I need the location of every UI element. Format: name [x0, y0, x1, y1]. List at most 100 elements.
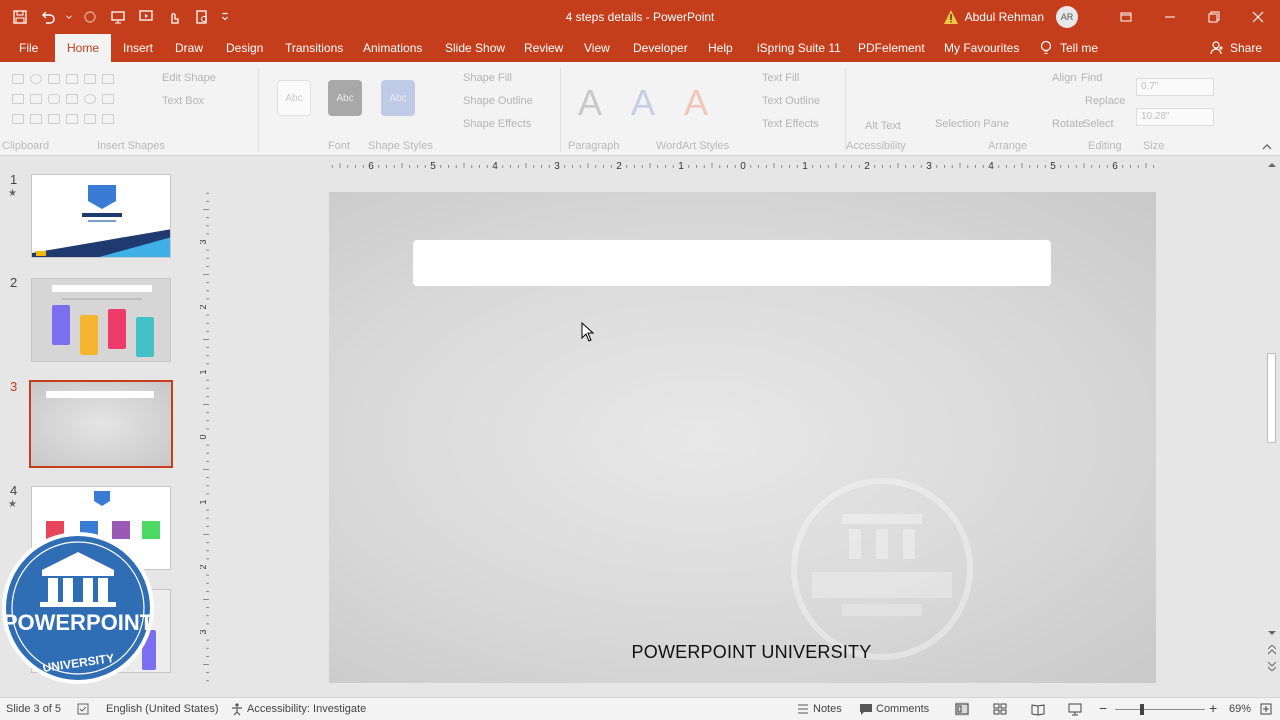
slide-thumbnail-3[interactable] — [29, 380, 173, 468]
ruler-label: 2 — [864, 161, 870, 172]
normal-view-icon[interactable] — [955, 702, 969, 716]
ribbon-display-options-icon[interactable] — [1104, 0, 1148, 34]
title-placeholder-box[interactable] — [413, 240, 1051, 286]
scroll-down-icon[interactable] — [1268, 629, 1276, 637]
edit-shape-button[interactable]: Edit Shape — [162, 72, 216, 84]
redo-icon[interactable] — [78, 5, 102, 29]
tab-help[interactable]: Help — [706, 34, 735, 62]
shape-effects-button[interactable]: Shape Effects — [463, 118, 531, 130]
tab-transitions[interactable]: Transitions — [283, 34, 345, 62]
ruler-label: 6 — [1112, 161, 1118, 172]
wordart-style-1[interactable]: A — [578, 82, 602, 124]
avatar[interactable]: AR — [1056, 6, 1078, 28]
text-fill-button[interactable]: Text Fill — [762, 72, 799, 84]
shape-style-white[interactable]: Abc — [277, 80, 311, 116]
collapse-ribbon-icon[interactable] — [1262, 142, 1272, 152]
customize-qat-icon[interactable] — [218, 5, 232, 29]
tell-me-search[interactable]: Tell me — [1040, 34, 1098, 62]
shape-style-gray[interactable]: Abc — [328, 80, 362, 116]
slide-editing-area: 6 5 4 3 2 1 0 1 2 3 4 5 6 3 2 1 0 1 2 3 POWERPOINT UNIVERS… — [193, 157, 1264, 697]
tab-design[interactable]: Design — [224, 34, 265, 62]
slide-sorter-icon[interactable] — [993, 702, 1007, 716]
rotate-button[interactable]: Rotate — [1052, 118, 1084, 130]
tab-insert[interactable]: Insert — [121, 34, 155, 62]
selection-pane-button[interactable]: Selection Pane — [935, 118, 1009, 130]
tab-developer[interactable]: Developer — [631, 34, 690, 62]
horizontal-ruler[interactable]: 6 5 4 3 2 1 0 1 2 3 4 5 6 — [329, 157, 1157, 175]
comments-button[interactable]: Comments — [876, 703, 929, 715]
minimize-icon[interactable] — [1148, 0, 1192, 34]
zoom-slider[interactable] — [1115, 709, 1205, 710]
slide-thumbnail-1[interactable] — [31, 174, 171, 258]
touch-mode-icon[interactable] — [162, 5, 186, 29]
wordart-style-2[interactable]: A — [631, 82, 655, 124]
print-preview-icon[interactable] — [190, 5, 214, 29]
text-outline-button[interactable]: Text Outline — [762, 95, 820, 107]
tab-review[interactable]: Review — [522, 34, 565, 62]
text-effects-button[interactable]: Text Effects — [762, 118, 819, 130]
replace-button[interactable]: Replace — [1085, 95, 1125, 107]
restore-icon[interactable] — [1192, 0, 1236, 34]
fit-to-window-icon[interactable] — [1259, 702, 1273, 716]
tab-home[interactable]: Home — [55, 34, 112, 62]
tab-slide-show[interactable]: Slide Show — [443, 34, 507, 62]
tab-pdfelement[interactable]: PDFelement — [856, 34, 927, 62]
alt-text-button[interactable]: Alt Text — [865, 120, 901, 132]
slide-thumbnail-2[interactable] — [31, 278, 171, 362]
tab-animations[interactable]: Animations — [361, 34, 424, 62]
previous-slide-icon[interactable] — [1268, 645, 1276, 655]
language-indicator[interactable]: English (United States) — [106, 703, 219, 715]
share-button[interactable]: Share — [1210, 34, 1262, 62]
accessibility-status[interactable]: Accessibility: Investigate — [247, 703, 366, 715]
tab-file[interactable]: File — [17, 34, 40, 62]
select-button[interactable]: Select — [1083, 118, 1114, 130]
wordart-style-3[interactable]: A — [684, 82, 708, 124]
tab-draw[interactable]: Draw — [173, 34, 205, 62]
reading-view-icon[interactable] — [1031, 702, 1045, 716]
tab-ispring-suite[interactable]: iSpring Suite 11 — [755, 34, 843, 62]
slide-show-icon[interactable] — [1068, 702, 1082, 716]
shape-gallery[interactable] — [6, 70, 124, 130]
ruler-label: 1 — [200, 369, 208, 374]
tab-view[interactable]: View — [582, 34, 612, 62]
save-icon[interactable] — [8, 5, 32, 29]
align-button[interactable]: Align — [1052, 72, 1076, 84]
undo-icon[interactable] — [36, 5, 60, 29]
shape-height-input[interactable]: 0.7" — [1136, 78, 1214, 96]
account-name[interactable]: Abdul Rehman — [965, 10, 1044, 24]
shape-outline-button[interactable]: Shape Outline — [463, 95, 533, 107]
next-slide-icon[interactable] — [1268, 661, 1276, 671]
slide-counter[interactable]: Slide 3 of 5 — [6, 703, 61, 715]
start-from-beginning-icon[interactable] — [106, 5, 130, 29]
scroll-up-icon[interactable] — [1268, 161, 1276, 169]
shape-style-blue[interactable]: Abc — [381, 80, 415, 116]
zoom-level[interactable]: 69% — [1229, 703, 1251, 715]
shape-width-input[interactable]: 10.28" — [1136, 108, 1214, 126]
ruler-label: 0 — [740, 161, 746, 172]
tab-my-favourites[interactable]: My Favourites — [942, 34, 1021, 62]
zoom-in-icon[interactable]: + — [1209, 700, 1217, 716]
animation-star-icon: ★ — [8, 188, 17, 199]
spelling-icon[interactable] — [76, 702, 90, 716]
notes-button[interactable]: Notes — [813, 703, 842, 715]
comments-icon[interactable] — [859, 702, 873, 716]
close-icon[interactable] — [1236, 0, 1280, 34]
scrollbar-thumb[interactable] — [1267, 353, 1276, 443]
warning-icon[interactable] — [943, 9, 959, 25]
slide-canvas[interactable]: POWERPOINT UNIVERSITY — [329, 192, 1156, 683]
zoom-slider-handle[interactable] — [1140, 704, 1144, 715]
zoom-out-icon[interactable]: − — [1099, 700, 1107, 716]
notes-icon[interactable] — [796, 702, 810, 716]
present-icon[interactable] — [134, 5, 158, 29]
share-label: Share — [1230, 41, 1263, 55]
logo-wordmark: POWERPOINT — [3, 610, 154, 635]
text-box-button[interactable]: Text Box — [162, 95, 204, 107]
slide-number-4: 4 — [10, 483, 18, 498]
shape-fill-button[interactable]: Shape Fill — [463, 72, 512, 84]
slide-footer-text[interactable]: POWERPOINT UNIVERSITY — [329, 642, 1156, 663]
find-button[interactable]: Find — [1081, 72, 1102, 84]
vertical-ruler[interactable]: 3 2 1 0 1 2 3 — [200, 192, 212, 682]
undo-dropdown-icon[interactable] — [64, 5, 74, 29]
vertical-scrollbar[interactable] — [1264, 157, 1280, 697]
accessibility-icon[interactable] — [230, 702, 244, 716]
